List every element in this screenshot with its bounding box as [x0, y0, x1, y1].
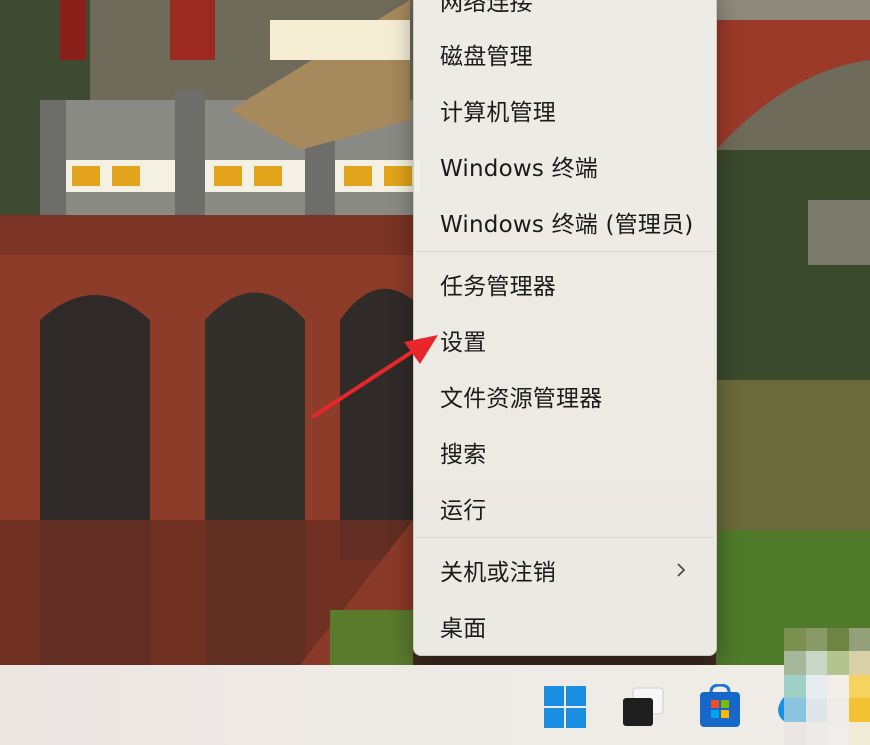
menu-item-label: 关机或注销: [440, 560, 556, 586]
menu-item-shutdown-signout[interactable]: 关机或注销: [414, 545, 716, 595]
menu-item-windows-terminal[interactable]: Windows 终端: [414, 141, 716, 191]
menu-item-label: 运行: [440, 498, 487, 524]
menu-item-label: Windows 终端: [440, 156, 598, 182]
menu-item-run[interactable]: 运行: [414, 483, 716, 533]
menu-item-network-connections[interactable]: 网络连接: [414, 0, 716, 25]
menu-separator: [416, 251, 714, 252]
menu-item-task-manager[interactable]: 任务管理器: [414, 259, 716, 309]
menu-item-label: 任务管理器: [440, 274, 556, 300]
menu-item-label: 网络连接: [440, 0, 533, 16]
menu-item-settings[interactable]: 设置: [414, 315, 716, 365]
menu-item-windows-terminal-admin[interactable]: Windows 终端 (管理员): [414, 197, 716, 247]
menu-item-desktop[interactable]: 桌面: [414, 601, 716, 651]
menu-item-file-explorer[interactable]: 文件资源管理器: [414, 371, 716, 421]
annotation-arrow-icon: [312, 335, 438, 418]
chevron-right-icon: [677, 563, 686, 577]
winx-context-menu: 网络连接 磁盘管理 计算机管理 Windows 终端 Windows 终端 (管…: [413, 0, 717, 656]
menu-item-label: 计算机管理: [440, 100, 556, 126]
taskbar: [0, 665, 870, 745]
menu-item-label: 文件资源管理器: [440, 386, 603, 412]
menu-separator: [416, 537, 714, 538]
menu-item-label: 磁盘管理: [440, 44, 533, 70]
task-view-icon[interactable]: [621, 686, 665, 728]
menu-item-label: Windows 终端 (管理员): [440, 212, 694, 238]
menu-item-disk-management[interactable]: 磁盘管理: [414, 29, 716, 79]
menu-item-label: 桌面: [440, 616, 487, 642]
menu-item-label: 搜索: [440, 442, 487, 468]
menu-item-search[interactable]: 搜索: [414, 427, 716, 477]
menu-item-computer-management[interactable]: 计算机管理: [414, 85, 716, 135]
mosaic-blur-region: [784, 628, 870, 745]
microsoft-store-icon[interactable]: [699, 684, 741, 728]
windows-start-icon[interactable]: [544, 686, 586, 728]
